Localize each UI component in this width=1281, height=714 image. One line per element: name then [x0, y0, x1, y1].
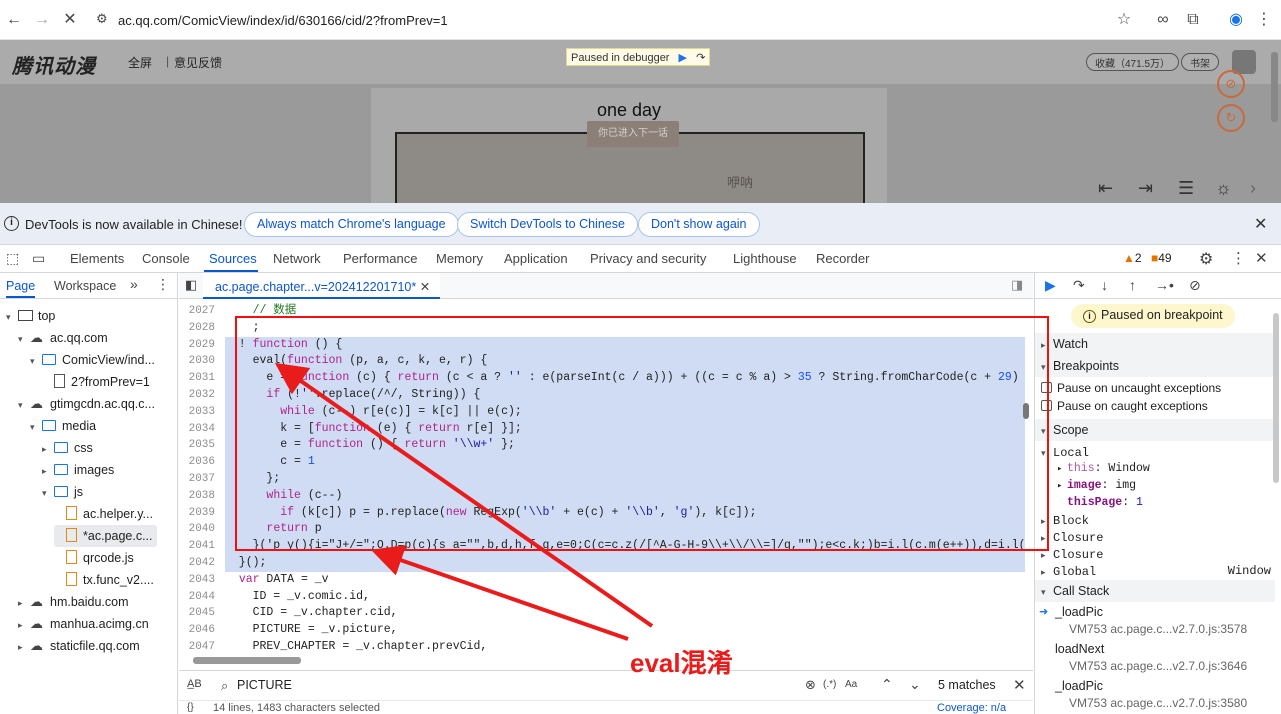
- annotation-arrow-eval: [274, 362, 654, 628]
- annotation-label: eval混淆: [630, 648, 733, 678]
- annotation-arrows: [274, 362, 654, 641]
- annotation-arrow-packed: [370, 545, 629, 641]
